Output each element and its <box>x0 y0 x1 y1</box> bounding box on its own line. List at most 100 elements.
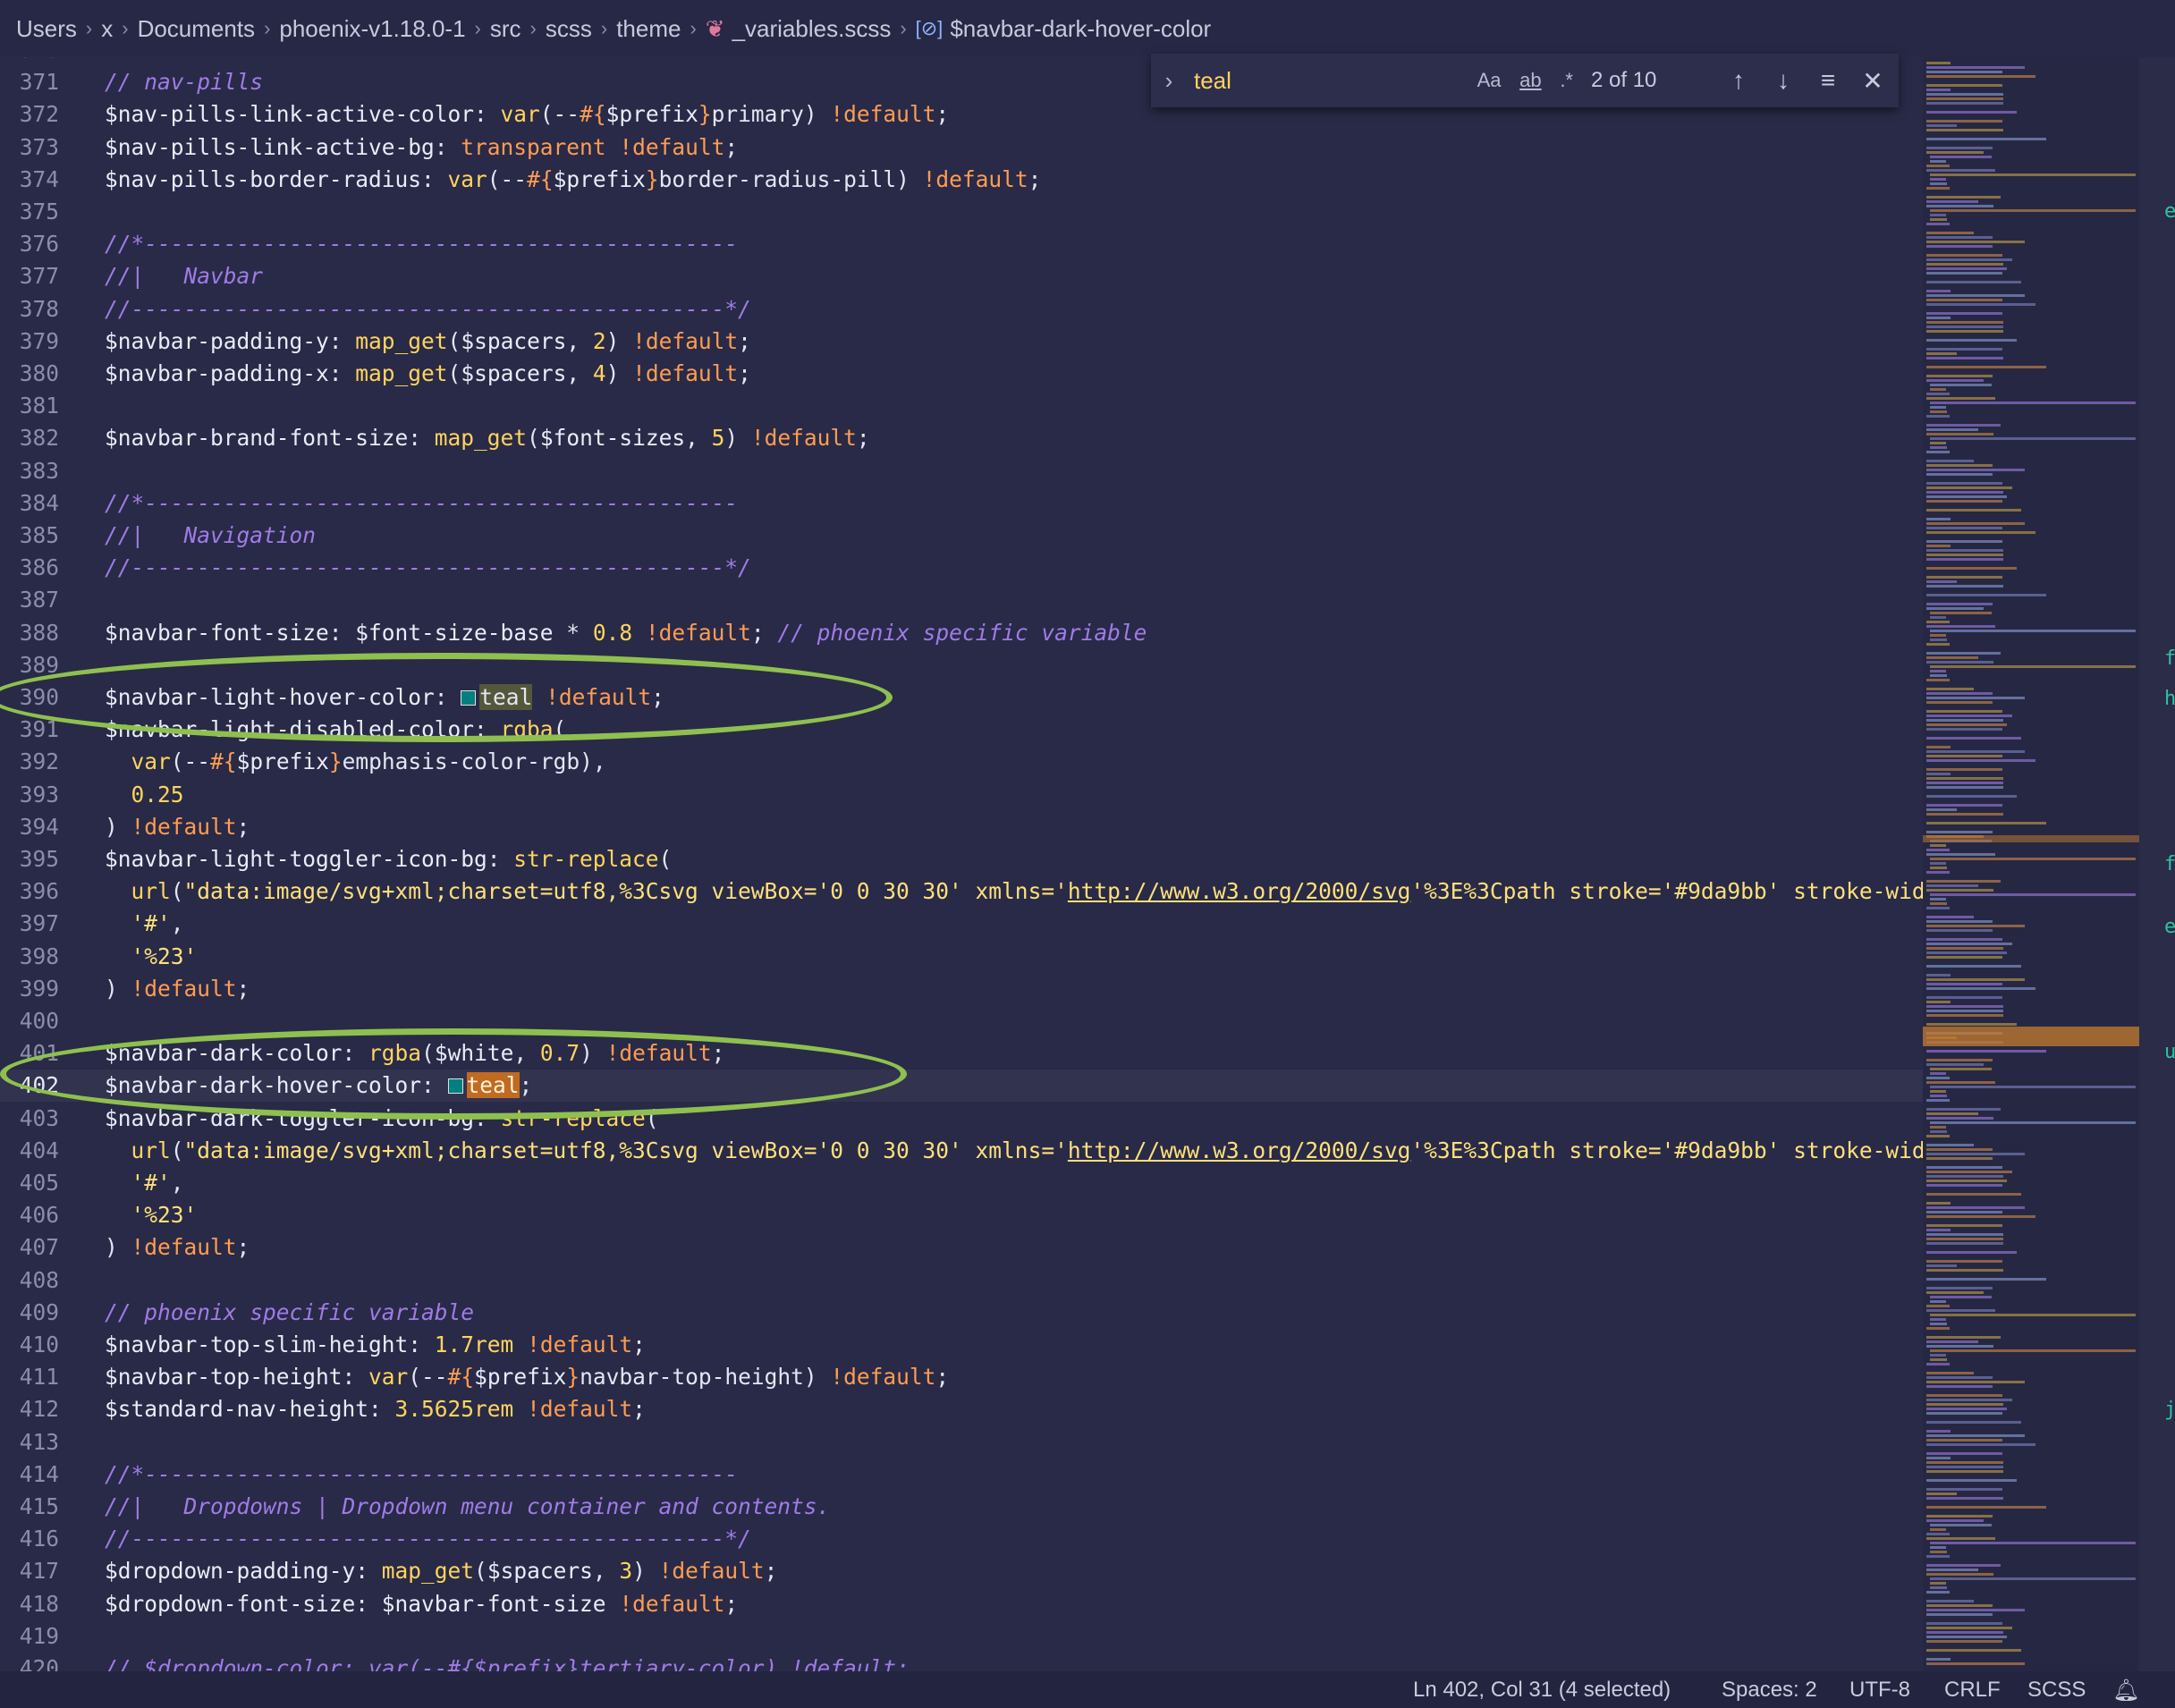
code-line[interactable]: 419 <box>0 1620 59 1653</box>
code-line[interactable]: 420 // $dropdown-color: var(--#{$prefix}t… <box>0 1653 910 1671</box>
code-text[interactable]: //--------------------------------------… <box>105 293 751 326</box>
breadcrumb-segment[interactable]: scss <box>546 15 592 43</box>
code-text[interactable]: ) !default; <box>105 973 250 1005</box>
code-line[interactable]: 379 $navbar-padding-y: map_get($spacers, … <box>0 326 751 358</box>
code-line[interactable]: 375 <box>0 196 59 228</box>
breadcrumb-segment[interactable]: src <box>490 15 521 43</box>
breadcrumb-segment[interactable]: theme <box>616 15 681 43</box>
code-text[interactable]: '%23' <box>105 1199 198 1231</box>
code-line[interactable]: 380 $navbar-padding-x: map_get($spacers, … <box>0 358 751 390</box>
code-line[interactable]: 397 '#', <box>0 908 184 940</box>
previous-match-icon[interactable]: ↑ <box>1716 66 1761 95</box>
code-line[interactable]: 388 $navbar-font-size: $font-size-base * … <box>0 617 1147 649</box>
code-text[interactable]: '%23' <box>105 941 198 973</box>
code-text[interactable]: // phoenix specific variable <box>105 1297 474 1329</box>
code-text[interactable]: //--------------------------------------… <box>105 1523 751 1555</box>
cursor-position[interactable]: Ln 402, Col 31 (4 selected) <box>1413 1678 1671 1703</box>
code-line[interactable]: 412 $standard-nav-height: 3.5625rem !defa… <box>0 1393 646 1425</box>
encoding-setting[interactable]: UTF-8 <box>1849 1678 1910 1703</box>
code-text[interactable]: $navbar-padding-x: map_get($spacers, 4) … <box>105 358 751 390</box>
code-line[interactable]: 414 //*----------------------------------… <box>0 1459 738 1491</box>
minimap[interactable] <box>1923 57 2139 1671</box>
language-mode[interactable]: SCSS <box>2027 1678 2086 1703</box>
breadcrumb-segment[interactable]: x <box>101 15 113 43</box>
code-line[interactable]: 382 $navbar-brand-font-size: map_get($fon… <box>0 422 870 454</box>
code-text[interactable]: $nav-pills-border-radius: var(--#{$prefi… <box>105 164 1041 196</box>
find-input[interactable]: teal Aa ab .* <box>1187 60 1580 101</box>
code-line[interactable]: 418 $dropdown-font-size: $navbar-font-siz… <box>0 1588 738 1620</box>
code-line[interactable]: 373 $nav-pills-link-active-bg: transparen… <box>0 131 738 164</box>
regex-icon[interactable]: .* <box>1560 69 1573 91</box>
code-text[interactable]: $nav-pills-link-active-color: var(--#{$p… <box>105 98 949 131</box>
code-line[interactable]: 381 <box>0 390 59 422</box>
code-line[interactable]: 372 $nav-pills-link-active-color: var(--#… <box>0 98 949 131</box>
code-line[interactable]: 417 $dropdown-padding-y: map_get($spacers… <box>0 1555 778 1587</box>
code-text[interactable]: //| Navigation <box>105 520 316 552</box>
match-whole-word-icon[interactable]: ab <box>1519 69 1541 91</box>
code-line[interactable]: 408 <box>0 1264 59 1297</box>
code-line[interactable]: 394) !default; <box>0 811 250 843</box>
notifications-bell-icon[interactable]: 🔔︎ <box>2112 1678 2139 1704</box>
code-text[interactable]: ) !default; <box>105 811 250 843</box>
code-line[interactable]: 404 url("data:image/svg+xml;charset=utf8… <box>0 1135 1923 1167</box>
code-line[interactable]: 386 //-----------------------------------… <box>0 552 751 584</box>
code-line[interactable]: 396 url("data:image/svg+xml;charset=utf8… <box>0 875 1923 908</box>
code-text[interactable]: //*-------------------------------------… <box>105 1459 738 1491</box>
code-text[interactable]: //*-------------------------------------… <box>105 487 738 520</box>
breadcrumb-segment[interactable]: Users <box>16 15 77 43</box>
code-text[interactable]: $nav-pills-link-active-bg: transparent !… <box>105 131 738 164</box>
code-line[interactable]: 405 '#', <box>0 1167 184 1199</box>
code-line[interactable]: 371 // nav-pills <box>0 66 263 98</box>
code-line[interactable]: 416 //-----------------------------------… <box>0 1523 751 1555</box>
code-line[interactable]: 398 '%23' <box>0 941 198 973</box>
code-text[interactable]: url("data:image/svg+xml;charset=utf8,%3C… <box>105 1135 1923 1167</box>
code-line[interactable]: 377 //| Navbar <box>0 260 263 292</box>
code-text[interactable]: $navbar-brand-font-size: map_get($font-s… <box>105 422 870 454</box>
code-line[interactable]: 383 <box>0 455 59 487</box>
breadcrumb-segment[interactable]: Documents <box>138 15 256 43</box>
code-line[interactable]: 410 $navbar-top-slim-height: 1.7rem !defa… <box>0 1329 646 1361</box>
find-query[interactable]: teal <box>1194 67 1231 95</box>
code-line[interactable]: 370 <box>0 57 59 66</box>
code-line[interactable]: 374 $nav-pills-border-radius: var(--#{$pr… <box>0 164 1042 196</box>
code-text[interactable]: $navbar-padding-y: map_get($spacers, 2) … <box>105 326 751 358</box>
code-text[interactable]: var(--#{$prefix}emphasis-color-rgb), <box>105 746 606 778</box>
code-line[interactable]: 385 //| Navigation <box>0 520 316 552</box>
code-text[interactable]: '#', <box>105 1167 184 1199</box>
code-text[interactable]: $navbar-light-toggler-icon-bg: str-repla… <box>105 843 672 875</box>
breadcrumb-file[interactable]: _variables.scss <box>732 15 892 43</box>
breadcrumb-symbol[interactable]: $navbar-dark-hover-color <box>950 15 1211 43</box>
toggle-replace-icon[interactable]: › <box>1151 67 1187 95</box>
code-text[interactable]: $dropdown-font-size: $navbar-font-size !… <box>105 1588 738 1620</box>
code-text[interactable]: $navbar-top-height: var(--#{$prefix}navb… <box>105 1361 949 1393</box>
code-line[interactable]: 395 $navbar-light-toggler-icon-bg: str-re… <box>0 843 673 875</box>
code-text[interactable]: // nav-pills <box>105 66 263 98</box>
code-text[interactable]: $navbar-top-slim-height: 1.7rem !default… <box>105 1329 646 1361</box>
code-text[interactable]: ) !default; <box>105 1231 250 1264</box>
code-text[interactable]: '#', <box>105 908 184 940</box>
code-line[interactable]: 409 // phoenix specific variable <box>0 1297 474 1329</box>
code-text[interactable]: //*-------------------------------------… <box>105 228 738 260</box>
code-text[interactable]: // $dropdown-color: var(--#{$prefix}tert… <box>105 1653 910 1671</box>
code-text[interactable]: $navbar-font-size: $font-size-base * 0.8… <box>105 617 1147 649</box>
indentation-setting[interactable]: Spaces: 2 <box>1722 1678 1817 1703</box>
code-text[interactable]: //| Dropdowns | Dropdown menu container … <box>105 1491 830 1523</box>
code-line[interactable]: 407) !default; <box>0 1231 250 1264</box>
code-line[interactable]: 387 <box>0 584 59 616</box>
code-text[interactable]: 0.25 <box>105 779 184 811</box>
code-line[interactable]: 415 //| Dropdowns | Dropdown menu contain… <box>0 1491 831 1523</box>
next-match-icon[interactable]: ↓ <box>1761 66 1806 95</box>
code-line[interactable]: 413 <box>0 1426 59 1459</box>
code-line[interactable]: 400 <box>0 1005 59 1037</box>
code-line[interactable]: 393 0.25 <box>0 779 184 811</box>
code-line[interactable]: 411 $navbar-top-height: var(--#{$prefix}n… <box>0 1361 949 1393</box>
match-case-icon[interactable]: Aa <box>1477 69 1502 91</box>
code-text[interactable]: //--------------------------------------… <box>105 552 751 584</box>
code-line[interactable]: 403 $navbar-dark-toggler-icon-bg: str-rep… <box>0 1103 659 1135</box>
code-editor[interactable]: 370 371 // nav-pills 372 $nav-pills-link-act… <box>0 57 1923 1671</box>
code-text[interactable]: //| Navbar <box>105 260 263 292</box>
code-line[interactable]: 378 //-----------------------------------… <box>0 293 751 326</box>
code-line[interactable]: 406 '%23' <box>0 1199 198 1231</box>
code-line[interactable]: 384 //*----------------------------------… <box>0 487 738 520</box>
code-text[interactable]: $standard-nav-height: 3.5625rem !default… <box>105 1393 646 1425</box>
